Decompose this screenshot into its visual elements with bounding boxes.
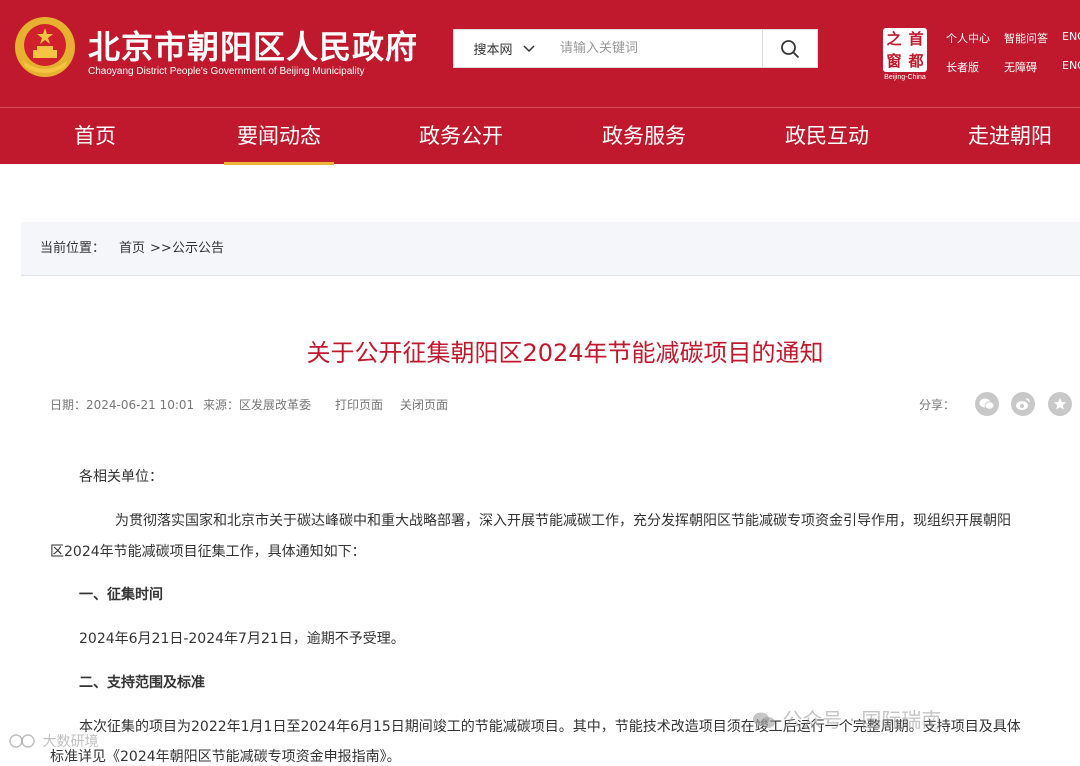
- nav-item-gov-services[interactable]: 政务服务: [589, 108, 699, 164]
- corner-watermark-text: 大数研境: [42, 734, 99, 750]
- corner-watermark: 大数研境: [8, 731, 98, 751]
- breadcrumb-label: 当前位置：: [40, 241, 106, 256]
- collection-time-text: 2024年6月21日-2024年7月21日，逾期不予受理。: [79, 631, 405, 647]
- wechat-watermark: 公众号 · 国际瑞南: [752, 704, 941, 733]
- scope-text-line2: 标准详见《2024年朝阳区节能减碳专项资金申报指南》。: [50, 749, 401, 765]
- corner-watermark-icon: [9, 734, 35, 748]
- nav-item-gov-affairs[interactable]: 政务公开: [406, 108, 516, 164]
- capital-window-logo[interactable]: 之 首 窗 都 Beijing-China: [880, 28, 930, 84]
- star-icon: [1054, 398, 1066, 410]
- smart-qa-link[interactable]: 智能问答: [1004, 30, 1048, 46]
- national-emblem-icon[interactable]: [13, 15, 77, 79]
- article-date: 日期：2024-06-21 10:01: [50, 398, 195, 412]
- capital-caption: Beijing-China: [884, 74, 926, 81]
- wechat-watermark-icon: [753, 712, 775, 728]
- nav-item-news[interactable]: 要闻动态: [224, 108, 334, 165]
- elderly-version-link[interactable]: 长者版: [946, 59, 979, 75]
- accessibility-link[interactable]: 无障碍: [1004, 59, 1037, 75]
- nav-item-about-chaoyang[interactable]: 走进朝阳: [955, 108, 1065, 164]
- share-favorite-button[interactable]: [1048, 392, 1072, 416]
- section-heading-time: 一、征集时间: [79, 587, 163, 603]
- breadcrumb-current-link[interactable]: 公示公告: [172, 241, 224, 256]
- search-box: 搜本网: [453, 29, 818, 68]
- site-subtitle: Chaoyang District People's Government of…: [88, 66, 365, 77]
- main-nav: 首页 要闻动态 政务公开 政务服务 政民互动 走进朝阳: [0, 107, 1080, 165]
- capital-char: 都: [908, 52, 924, 70]
- search-button[interactable]: [762, 30, 817, 67]
- search-scope-select[interactable]: 搜本网: [454, 30, 554, 67]
- article-salutation: 各相关单位：: [79, 469, 163, 485]
- chevron-down-icon: [522, 44, 535, 52]
- search-input[interactable]: [560, 38, 760, 58]
- english-link[interactable]: ENG: [1062, 30, 1080, 43]
- share-wechat-button[interactable]: [975, 392, 999, 416]
- capital-char: 窗: [886, 52, 902, 70]
- article-source: 来源：区发展改革委: [203, 398, 312, 412]
- capital-char: 之: [886, 30, 902, 48]
- share-weibo-button[interactable]: [1011, 392, 1035, 416]
- section-heading-scope: 二、支持范围及标准: [79, 675, 205, 691]
- nav-item-home[interactable]: 首页: [40, 108, 150, 164]
- article-intro-line1: 为贯彻落实国家和北京市关于碳达峰碳中和重大战略部署，深入开展节能减碳工作，充分发…: [115, 513, 1011, 529]
- site-title: 北京市朝阳区人民政府: [88, 28, 419, 66]
- capital-char: 首: [908, 30, 924, 48]
- weibo-icon: [1016, 398, 1030, 410]
- share-label: 分享：: [919, 398, 956, 412]
- site-header: 北京市朝阳区人民政府 Chaoyang District People's Go…: [0, 0, 1080, 107]
- breadcrumb-home-link[interactable]: 首页: [119, 241, 145, 256]
- article-title: 关于公开征集朝阳区2024年节能减碳项目的通知: [306, 339, 824, 367]
- wechat-watermark-text: 公众号 · 国际瑞南: [782, 708, 942, 732]
- article-intro-line2: 区2024年节能减碳项目征集工作，具体通知如下：: [50, 544, 366, 560]
- personal-center-link[interactable]: 个人中心: [946, 30, 990, 46]
- breadcrumb: 当前位置： 首页 >> 公示公告: [21, 222, 1080, 276]
- english-link-2[interactable]: ENG: [1062, 59, 1080, 72]
- wechat-icon: [979, 398, 995, 410]
- breadcrumb-separator: >>: [150, 241, 172, 256]
- print-page-link[interactable]: 打印页面: [335, 396, 383, 413]
- search-icon: [781, 39, 800, 58]
- nav-item-interaction[interactable]: 政民互动: [772, 108, 882, 164]
- close-page-link[interactable]: 关闭页面: [400, 396, 448, 413]
- search-scope-label: 搜本网: [473, 43, 513, 58]
